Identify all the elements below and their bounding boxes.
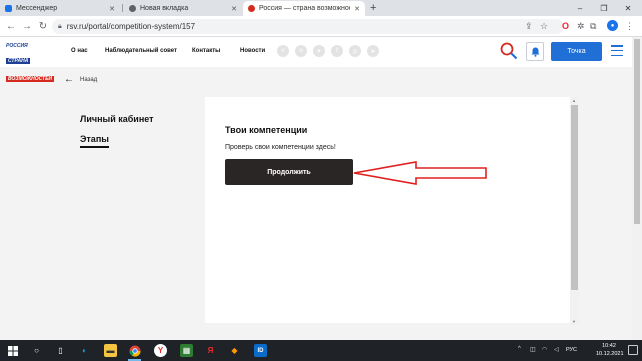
yandex-icon[interactable]: Y — [154, 344, 167, 357]
globe-icon — [129, 5, 136, 12]
notification-center-icon[interactable] — [628, 345, 638, 355]
browser-toolbar: ← → ↻ 🔒︎ rsv.ru/portal/competition-syste… — [0, 16, 642, 37]
sidebar-title: Личный кабинет — [80, 114, 154, 124]
back-label: Назад — [80, 76, 98, 83]
opera-icon[interactable]: O — [562, 20, 569, 32]
close-icon[interactable]: ✕ — [354, 5, 360, 13]
vk-icon[interactable]: v — [277, 45, 289, 57]
forward-arrow-icon[interactable]: → — [20, 19, 34, 33]
id-app-icon[interactable]: ID — [254, 344, 267, 357]
wifi-icon[interactable]: ◠ — [542, 346, 547, 353]
nav-link-board[interactable]: Наблюдательный совет — [105, 48, 177, 54]
dzen-icon[interactable]: ✦ — [313, 45, 325, 57]
plus-icon[interactable]: + — [370, 1, 376, 15]
instagram-icon[interactable]: ◎ — [349, 45, 361, 57]
tab-messenger[interactable]: Мессенджер ✕ — [0, 1, 120, 16]
site-logo[interactable]: РОССИЯ СТРАНА ВОЗМОЖНОСТЕЙ — [6, 43, 56, 82]
reload-icon[interactable]: ↻ — [36, 19, 50, 33]
close-window-icon[interactable]: ✕ — [618, 0, 638, 16]
chrome-icon[interactable] — [128, 344, 141, 357]
lock-icon: 🔒︎ — [58, 22, 62, 30]
tab-new-tab[interactable]: Новая вкладка ✕ — [124, 1, 242, 16]
app-icon[interactable]: ▦ — [180, 344, 193, 357]
extension-icon[interactable]: ✲ — [577, 20, 585, 32]
arrow-left-icon: ← — [64, 74, 74, 85]
scroll-thumb[interactable] — [571, 105, 578, 290]
language-indicator[interactable]: РУС — [566, 347, 577, 353]
logo-line3: ВОЗМОЖНОСТЕЙ — [6, 76, 54, 82]
share-icon[interactable]: ⇪ — [525, 20, 533, 32]
back-link[interactable]: ← Назад — [64, 74, 97, 85]
tab-label: Россия — страна возможностей — [259, 5, 350, 12]
task-view-icon[interactable]: ▯ — [54, 344, 67, 357]
browser-tab-strip: Мессенджер ✕ Новая вкладка ✕ Россия — ст… — [0, 0, 642, 16]
tray-expand-icon[interactable]: ^ — [518, 346, 521, 352]
close-icon[interactable]: ✕ — [231, 5, 237, 13]
scroll-up-icon[interactable]: ▲ — [572, 98, 576, 103]
tab-label: Новая вкладка — [140, 5, 189, 12]
clock[interactable]: 10:42 10.12.2021 — [596, 342, 624, 358]
address-bar[interactable]: 🔒︎ rsv.ru/portal/competition-system/157 — [52, 19, 564, 34]
tochka-button[interactable]: Точка — [551, 42, 602, 61]
network-icon[interactable]: ◫ — [530, 346, 536, 353]
page-scroll-thumb[interactable] — [634, 39, 640, 224]
annotation-arrow-icon — [353, 161, 487, 185]
page-scrollbar[interactable] — [632, 37, 642, 340]
rsv-favicon-icon — [248, 5, 255, 12]
messenger-icon — [5, 5, 12, 12]
volume-icon[interactable]: ◁ — [554, 346, 559, 353]
app-shield-icon[interactable]: ◆ — [228, 344, 241, 357]
clock-time: 10:42 — [602, 343, 616, 349]
nav-link-about[interactable]: О нас — [71, 48, 88, 54]
minimize-icon[interactable]: – — [570, 0, 590, 16]
clock-date: 10.12.2021 — [596, 351, 624, 357]
notifications-button[interactable] — [526, 42, 544, 61]
more-menu-icon[interactable]: ⋮ — [625, 20, 634, 32]
main-panel: Твои компетенции Проверь свои компетенци… — [205, 97, 570, 323]
tab-divider — [122, 4, 123, 12]
bell-icon — [531, 47, 539, 57]
content-scrollbar[interactable]: ▲ ▼ — [570, 97, 579, 325]
facebook-icon[interactable]: f — [331, 45, 343, 57]
bookmark-star-icon[interactable]: ☆ — [540, 20, 548, 32]
account-sidebar: Личный кабинет Этапы — [64, 97, 205, 323]
logo-line1: РОССИЯ — [6, 43, 28, 49]
site-header: РОССИЯ СТРАНА ВОЗМОЖНОСТЕЙ О нас Наблюда… — [0, 37, 642, 82]
telegram-icon[interactable]: ➤ — [367, 45, 379, 57]
sidebar-item-stages[interactable]: Этапы — [80, 134, 109, 144]
competencies-text: Проверь свои компетенции здесь! — [225, 144, 336, 151]
yandex-browser-icon[interactable]: Я — [204, 344, 217, 357]
extensions-puzzle-icon[interactable]: ⧉ — [590, 20, 596, 32]
profile-avatar-icon[interactable]: ● — [607, 20, 618, 31]
hamburger-menu-icon[interactable] — [611, 45, 623, 56]
restore-icon[interactable]: ❐ — [594, 0, 614, 16]
file-explorer-icon[interactable]: ▬ — [104, 344, 117, 357]
competencies-title: Твои компетенции — [225, 125, 308, 135]
search-icon[interactable] — [500, 42, 518, 60]
back-arrow-icon[interactable]: ← — [4, 19, 18, 33]
nav-link-contacts[interactable]: Контакты — [192, 48, 220, 54]
tab-label: Мессенджер — [16, 5, 58, 12]
search-icon[interactable]: ○ — [30, 344, 43, 357]
logo-line2: СТРАНА — [6, 58, 31, 64]
windows-start-icon[interactable] — [6, 344, 19, 357]
close-icon[interactable]: ✕ — [109, 5, 115, 13]
address-text: rsv.ru/portal/competition-system/157 — [66, 22, 196, 31]
windows-taskbar: ○ ▯ ◐ ▬ Y ▦ Я ◆ ID ^ ◫ ◠ ◁ РУС 10:42 10.… — [0, 340, 642, 361]
ok-icon[interactable]: o — [295, 45, 307, 57]
nav-link-news[interactable]: Новости — [240, 48, 265, 54]
scroll-down-icon[interactable]: ▼ — [572, 319, 576, 324]
tab-rsv[interactable]: Россия — страна возможностей ✕ — [243, 1, 365, 16]
active-underline — [80, 146, 109, 148]
continue-button[interactable]: Продолжить — [225, 159, 353, 185]
edge-icon[interactable]: ◐ — [78, 344, 91, 357]
